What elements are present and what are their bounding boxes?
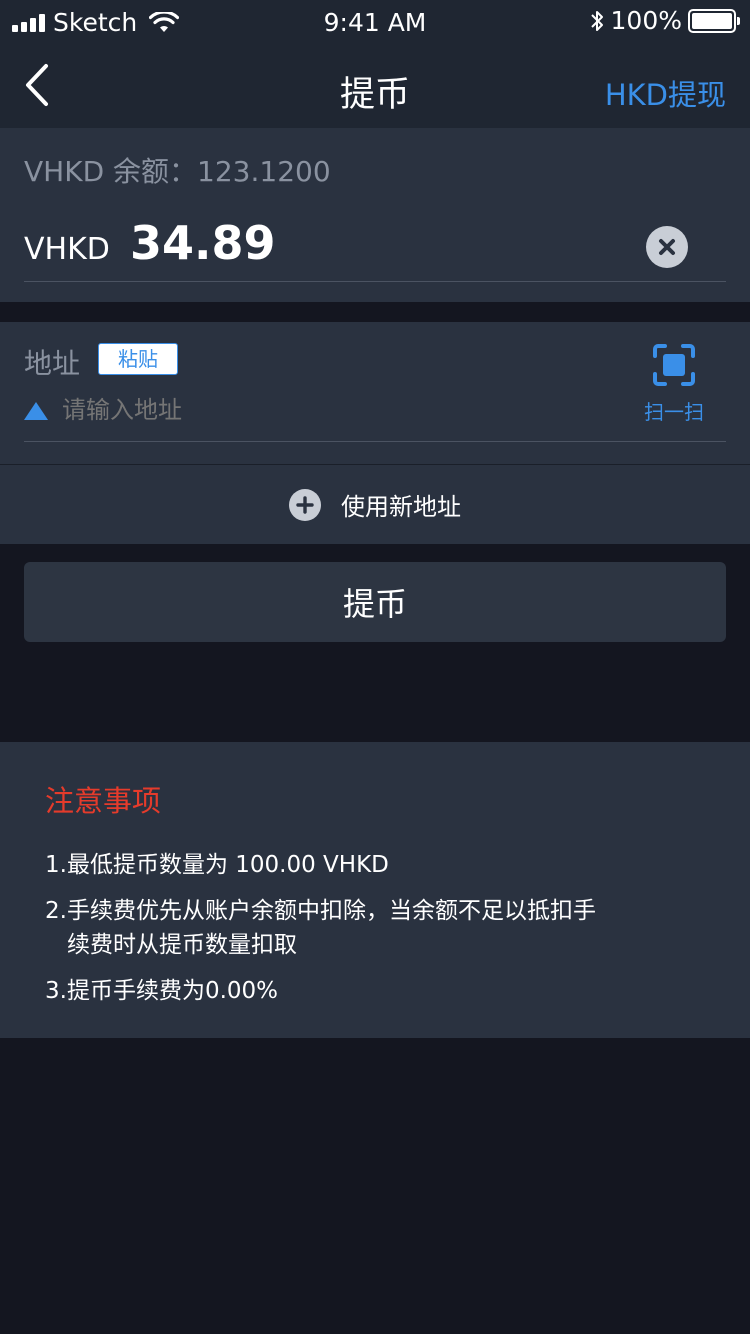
hkd-withdraw-link[interactable]: HKD提现 [605,72,726,114]
status-right: 100% [589,6,740,35]
scan-button[interactable]: 扫一扫 [644,344,704,425]
new-address-label: 使用新地址 [341,493,461,521]
note-item: 3.提币手续费为0.00% [45,974,685,1008]
withdraw-submit-button[interactable]: 提币 [24,562,726,642]
scan-icon [653,344,695,386]
paste-button[interactable]: 粘贴 [98,343,178,375]
use-new-address-button[interactable]: 使用新地址 [0,464,750,544]
status-bar: Sketch 9:41 AM 100% [0,0,750,44]
note-item: 1.最低提币数量为 100.00 VHKD [45,848,685,882]
balance-text: VHKD 余额：123.1200 [24,155,331,188]
amount-field[interactable]: VHKD 34.89 [24,216,726,282]
address-input[interactable] [62,396,622,424]
battery-icon [688,8,740,33]
triangle-icon [24,402,48,420]
address-label: 地址 [24,347,81,380]
battery-percent: 100% [610,6,682,35]
address-field[interactable] [24,394,726,442]
header: Sketch 9:41 AM 100% 提币 HKD提现 [0,0,750,128]
notes-title: 注意事项 [45,784,162,818]
note-item: 2.手续费优先从账户余额中扣除，当余额不足以抵扣手 续费时从提币数量扣取 [45,894,685,962]
address-card: 地址 粘贴 扫一扫 [0,322,750,464]
nav-bar: 提币 HKD提现 [0,44,750,128]
clear-amount-button[interactable] [646,226,688,268]
notes-panel: 注意事项 1.最低提币数量为 100.00 VHKD 2.手续费优先从账户余额中… [0,742,750,1038]
plus-icon [289,488,321,521]
bluetooth-icon [590,10,603,31]
note-text-continued: 续费时从提币数量扣取 [67,932,297,958]
notes-list: 1.最低提币数量为 100.00 VHKD 2.手续费优先从账户余额中扣除，当余… [45,848,685,1020]
amount-card: VHKD 余额：123.1200 VHKD 34.89 [0,128,750,302]
close-icon [659,239,675,255]
note-text: 2.手续费优先从账户余额中扣除，当余额不足以抵扣手 [45,898,596,924]
currency-label: VHKD [24,232,110,267]
amount-input[interactable]: 34.89 [130,216,276,270]
withdraw-page: Sketch 9:41 AM 100% 提币 HKD提现 VHKD 余额：123… [0,0,750,1334]
note-text: 1.最低提币数量为 100.00 VHKD [45,852,389,878]
note-text: 3.提币手续费为0.00% [45,978,279,1004]
scan-label: 扫一扫 [644,400,704,424]
